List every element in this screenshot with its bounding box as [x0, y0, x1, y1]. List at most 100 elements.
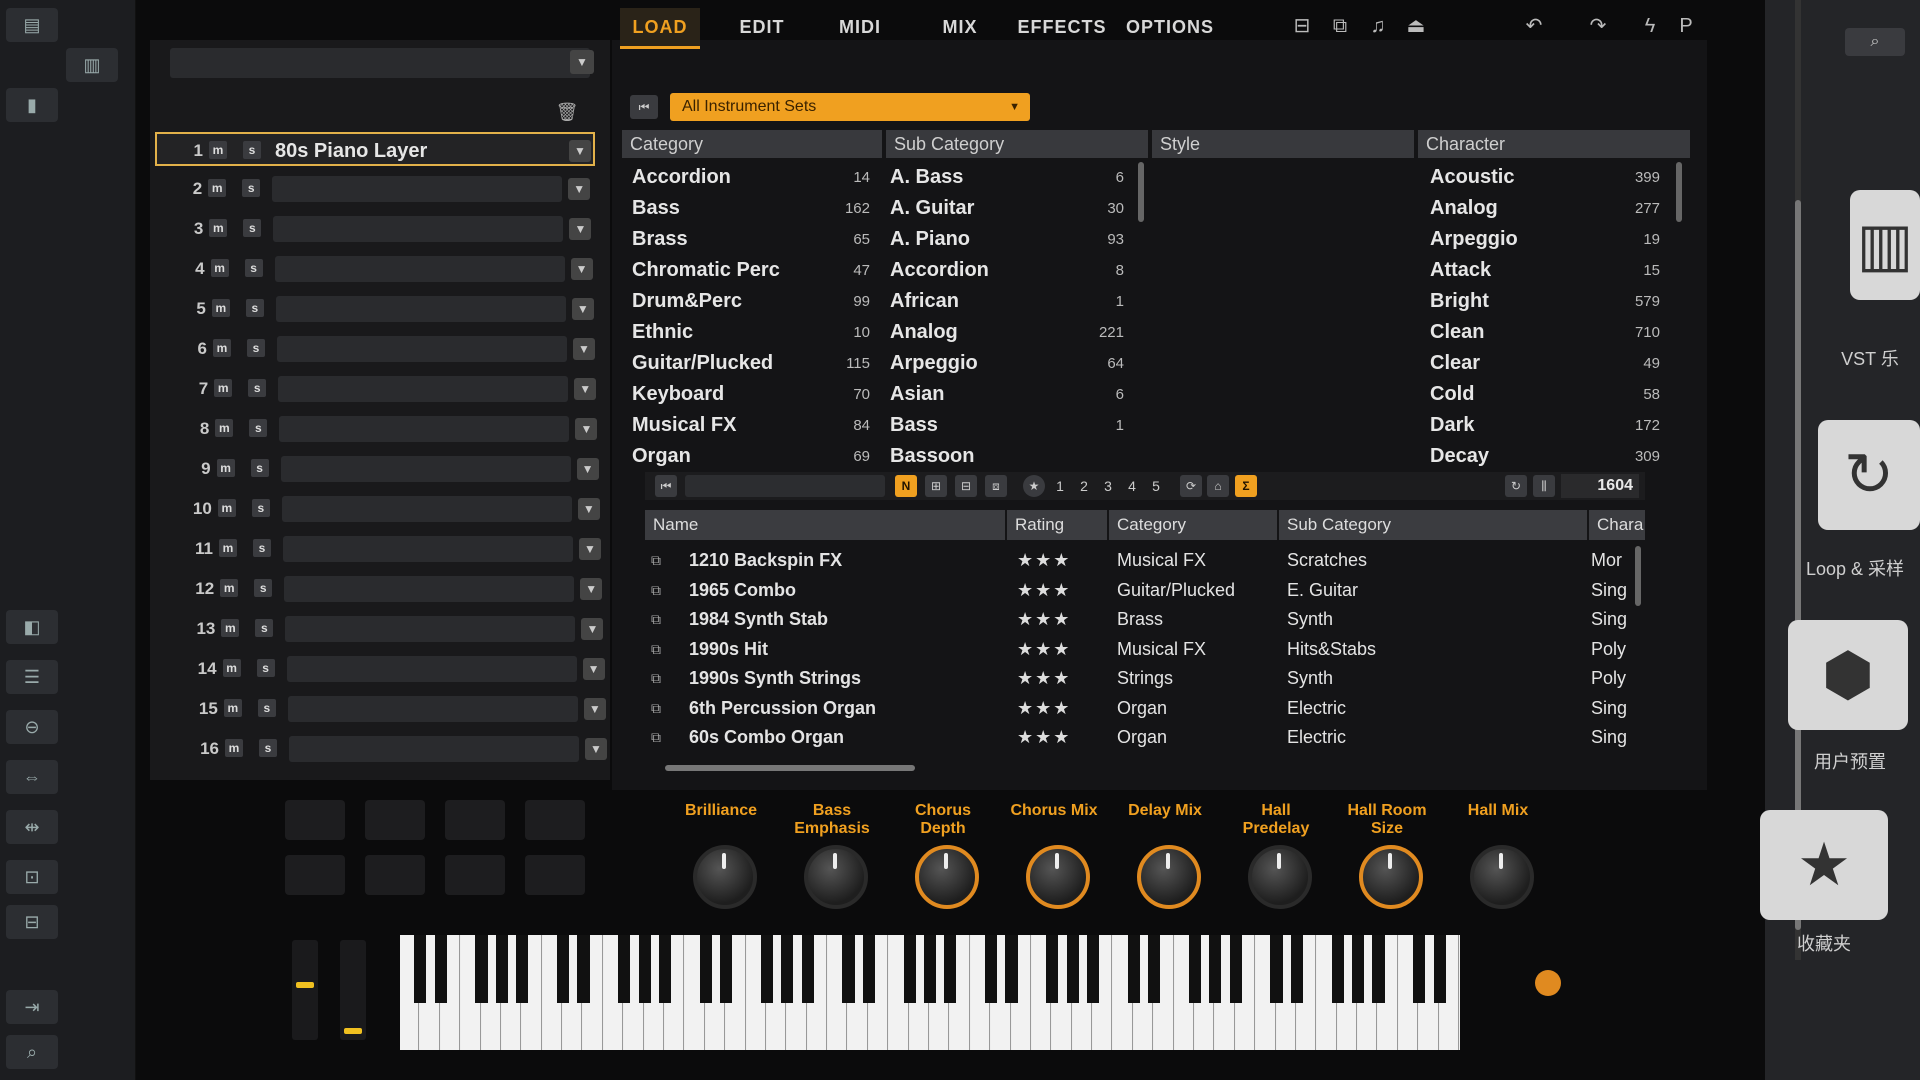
knob[interactable]: [1026, 845, 1090, 909]
copy-icon[interactable]: ⧉: [1326, 12, 1354, 40]
subcategory-item[interactable]: Bassoon: [890, 441, 1134, 468]
mute-button[interactable]: m: [220, 579, 239, 597]
subcategory-item[interactable]: Analog 221: [890, 317, 1134, 348]
chevron-down-icon[interactable]: ▼: [571, 298, 594, 320]
slot-preset-field[interactable]: [277, 336, 567, 362]
black-key[interactable]: [658, 935, 672, 1003]
pad[interactable]: [525, 855, 585, 895]
character-item[interactable]: Clear 49: [1420, 348, 1670, 379]
chevron-down-icon[interactable]: ▼: [570, 258, 593, 280]
note-icon[interactable]: ♫: [1364, 12, 1392, 40]
solo-button[interactable]: s: [251, 499, 270, 517]
search-icon[interactable]: ⌕: [1845, 28, 1905, 56]
black-key[interactable]: [1086, 935, 1100, 1003]
black-key[interactable]: [1351, 935, 1365, 1003]
black-key[interactable]: [495, 935, 509, 1003]
slot-preset-name[interactable]: 80s Piano Layer: [275, 140, 427, 163]
black-key[interactable]: [1433, 935, 1446, 1003]
view-group-icon[interactable]: ⊟: [955, 475, 977, 497]
solo-button[interactable]: s: [250, 459, 269, 477]
rack-slot[interactable]: 7 m s ▼: [162, 372, 602, 406]
rack-slot[interactable]: 13 m s ▼: [169, 612, 609, 646]
chevron-down-icon[interactable]: ▼: [576, 458, 599, 480]
category-item[interactable]: Musical FX 84: [632, 410, 880, 441]
solo-button[interactable]: s: [257, 699, 276, 717]
route-icon[interactable]: ⇔: [6, 760, 58, 794]
solo-button[interactable]: s: [245, 299, 264, 317]
results-h-scrollbar[interactable]: [665, 765, 915, 771]
mute-button[interactable]: m: [223, 699, 242, 717]
slot-preset-field[interactable]: [280, 456, 571, 482]
black-key[interactable]: [516, 935, 529, 1003]
black-key[interactable]: [1413, 935, 1426, 1003]
tab-edit[interactable]: EDIT: [722, 8, 802, 46]
black-key[interactable]: [903, 935, 916, 1003]
rack-menu-button[interactable]: ▼: [570, 50, 594, 74]
slot-preset-field[interactable]: [289, 736, 579, 762]
subcategory-item[interactable]: Accordion 8: [890, 255, 1134, 286]
insert-icon[interactable]: ⊡: [6, 860, 58, 894]
chevron-down-icon[interactable]: ▼: [580, 578, 603, 600]
rating-filter-4[interactable]: 4: [1122, 476, 1142, 496]
character-item[interactable]: Arpeggio 19: [1420, 224, 1670, 255]
mute-button[interactable]: m: [217, 499, 236, 517]
chevron-down-icon[interactable]: ▼: [582, 658, 605, 680]
black-key[interactable]: [414, 935, 427, 1003]
instrument-sets-select[interactable]: All Instrument Sets ▼: [670, 93, 1030, 121]
mute-button[interactable]: m: [209, 141, 227, 159]
chevron-down-icon[interactable]: ▼: [569, 140, 591, 162]
solo-button[interactable]: s: [243, 219, 262, 237]
result-search-field[interactable]: [685, 475, 885, 497]
chevron-down-icon[interactable]: ▼: [575, 418, 598, 440]
mute-button[interactable]: m: [209, 219, 228, 237]
knob[interactable]: [693, 845, 757, 909]
col-header-category[interactable]: Category: [1109, 510, 1277, 540]
rating-filter-2[interactable]: 2: [1074, 476, 1094, 496]
solo-button[interactable]: s: [249, 419, 268, 437]
slot-preset-field[interactable]: [278, 376, 569, 402]
rating-filter-5[interactable]: 5: [1146, 476, 1166, 496]
character-item[interactable]: Bright 579: [1420, 286, 1670, 317]
black-key[interactable]: [1188, 935, 1202, 1003]
black-key[interactable]: [760, 935, 774, 1003]
black-key[interactable]: [577, 935, 590, 1003]
subcategory-item[interactable]: Arpeggio 64: [890, 348, 1134, 379]
columns-icon[interactable]: ⫼: [1533, 475, 1555, 497]
slot-icon[interactable]: ⊟: [6, 905, 58, 939]
black-key[interactable]: [1127, 935, 1140, 1003]
slot-preset-field[interactable]: [273, 216, 564, 242]
slot-preset-field[interactable]: [287, 696, 578, 722]
p-icon[interactable]: P: [1672, 12, 1700, 40]
mute-button[interactable]: m: [211, 299, 230, 317]
list-icon[interactable]: ☰: [6, 660, 58, 694]
view-list-icon[interactable]: ⊞: [925, 475, 947, 497]
slot-preset-field[interactable]: [279, 416, 570, 442]
subcategory-item[interactable]: Bass 1: [890, 410, 1134, 441]
solo-button[interactable]: s: [256, 659, 275, 677]
chevron-down-icon[interactable]: ▼: [581, 618, 604, 640]
black-key[interactable]: [1270, 935, 1283, 1003]
black-key[interactable]: [1290, 935, 1304, 1003]
category-item[interactable]: Accordion 14: [632, 162, 880, 193]
character-item[interactable]: Cold 58: [1420, 379, 1670, 410]
loop-icon[interactable]: ↻: [1818, 420, 1920, 530]
slot-view-icon[interactable]: ⊟: [1288, 12, 1316, 40]
category-item[interactable]: Chromatic Perc 47: [632, 255, 880, 286]
solo-button[interactable]: s: [259, 739, 277, 757]
solo-button[interactable]: s: [247, 339, 265, 357]
black-key[interactable]: [434, 935, 447, 1003]
tab-load[interactable]: LOAD: [620, 8, 700, 49]
pad[interactable]: [285, 855, 345, 895]
tab-options[interactable]: OPTIONS: [1120, 8, 1220, 46]
reset-filter-button[interactable]: ⏮: [655, 475, 677, 497]
black-key[interactable]: [1229, 935, 1242, 1003]
black-key[interactable]: [638, 935, 651, 1003]
result-row[interactable]: ⧉ 60s Combo Organ ★★★ Organ Electric Sing: [645, 723, 1645, 752]
mute-button[interactable]: m: [215, 419, 234, 437]
pad[interactable]: [285, 800, 345, 840]
edit-icon[interactable]: ⊖: [6, 710, 58, 744]
book-icon[interactable]: ◧: [6, 610, 58, 644]
character-item[interactable]: Clean 710: [1420, 317, 1670, 348]
result-rating[interactable]: ★★★: [1017, 546, 1071, 575]
rack-slot[interactable]: 3 m s ▼: [157, 212, 597, 246]
